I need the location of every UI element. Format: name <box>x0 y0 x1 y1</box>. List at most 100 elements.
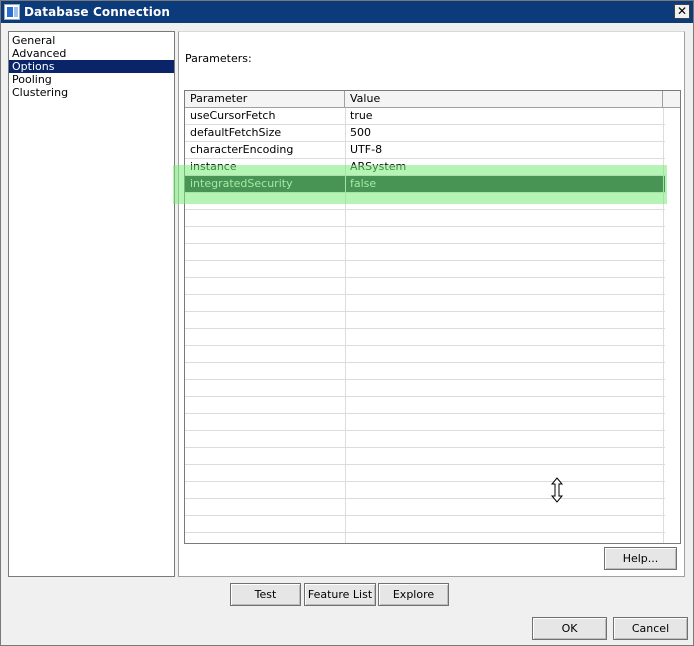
table-row[interactable] <box>185 380 665 397</box>
resize-vertical-cursor-icon <box>550 477 564 503</box>
value-cell[interactable] <box>345 448 663 464</box>
parameter-cell[interactable] <box>185 363 345 379</box>
table-row[interactable] <box>185 295 665 312</box>
title-bar[interactable]: Database Connection ✕ <box>1 1 693 23</box>
value-cell[interactable]: UTF-8 <box>345 142 663 158</box>
table-row[interactable] <box>185 499 665 516</box>
value-cell[interactable] <box>345 244 663 260</box>
column-header-parameter[interactable]: Parameter <box>185 91 345 107</box>
nav-item-options[interactable]: Options <box>9 60 174 73</box>
parameter-cell[interactable] <box>185 312 345 328</box>
table-row[interactable] <box>185 346 665 363</box>
value-cell[interactable]: 500 <box>345 125 663 141</box>
database-connection-dialog: Database Connection ✕ General Advanced O… <box>0 0 694 646</box>
parameter-cell[interactable] <box>185 499 345 515</box>
parameter-cell[interactable] <box>185 431 345 447</box>
parameter-cell[interactable] <box>185 329 345 345</box>
table-row[interactable] <box>185 193 665 210</box>
value-cell[interactable] <box>345 363 663 379</box>
value-cell[interactable] <box>345 431 663 447</box>
value-cell[interactable] <box>345 312 663 328</box>
table-row[interactable] <box>185 244 665 261</box>
value-cell[interactable] <box>345 261 663 277</box>
table-row[interactable]: integratedSecurity false <box>185 176 665 193</box>
parameter-cell[interactable] <box>185 465 345 481</box>
table-header: Parameter Value <box>185 91 680 108</box>
nav-item-general[interactable]: General <box>9 34 174 47</box>
table-row[interactable] <box>185 431 665 448</box>
column-header-value[interactable]: Value <box>345 91 663 107</box>
parameters-table[interactable]: Parameter Value useCursorFetch true defaul… <box>184 90 681 544</box>
column-divider <box>345 108 346 543</box>
parameter-cell[interactable] <box>185 244 345 260</box>
value-cell[interactable] <box>345 465 663 481</box>
table-row[interactable]: instance ARSystem <box>185 159 665 176</box>
parameter-cell[interactable]: useCursorFetch <box>185 108 345 124</box>
table-row[interactable] <box>185 482 665 499</box>
value-cell[interactable] <box>345 329 663 345</box>
parameter-cell[interactable] <box>185 414 345 430</box>
table-row[interactable] <box>185 465 665 482</box>
value-cell[interactable] <box>345 397 663 413</box>
table-row[interactable] <box>185 278 665 295</box>
table-row[interactable] <box>185 516 665 533</box>
value-cell[interactable] <box>345 193 663 209</box>
parameter-cell[interactable] <box>185 227 345 243</box>
ok-button[interactable]: OK <box>532 617 607 640</box>
database-window-icon <box>4 4 20 20</box>
table-row[interactable] <box>185 210 665 227</box>
value-cell[interactable] <box>345 380 663 396</box>
table-row[interactable] <box>185 312 665 329</box>
parameter-cell[interactable] <box>185 516 345 532</box>
parameter-cell[interactable] <box>185 397 345 413</box>
value-cell[interactable] <box>345 278 663 294</box>
parameter-cell[interactable] <box>185 448 345 464</box>
help-button[interactable]: Help... <box>604 547 677 570</box>
value-cell[interactable]: true <box>345 108 663 124</box>
window-title: Database Connection <box>24 5 170 19</box>
table-row[interactable] <box>185 448 665 465</box>
parameter-cell[interactable]: integratedSecurity <box>185 176 345 192</box>
parameter-cell[interactable] <box>185 346 345 362</box>
parameter-cell[interactable] <box>185 193 345 209</box>
parameter-cell[interactable]: characterEncoding <box>185 142 345 158</box>
parameter-cell[interactable] <box>185 295 345 311</box>
cancel-button[interactable]: Cancel <box>613 617 688 640</box>
value-cell[interactable] <box>345 414 663 430</box>
value-cell[interactable] <box>345 227 663 243</box>
category-list[interactable]: General Advanced Options Pooling Cluster… <box>8 31 175 577</box>
table-row[interactable]: defaultFetchSize 500 <box>185 125 665 142</box>
parameter-cell[interactable]: defaultFetchSize <box>185 125 345 141</box>
table-row[interactable] <box>185 363 665 380</box>
nav-item-pooling[interactable]: Pooling <box>9 73 174 86</box>
value-cell[interactable] <box>345 482 663 498</box>
value-cell[interactable] <box>345 516 663 532</box>
value-cell[interactable]: ARSystem <box>345 159 663 175</box>
value-cell[interactable] <box>345 499 663 515</box>
parameter-cell[interactable] <box>185 278 345 294</box>
nav-item-advanced[interactable]: Advanced <box>9 47 174 60</box>
explore-button[interactable]: Explore <box>378 583 449 606</box>
parameter-cell[interactable] <box>185 380 345 396</box>
table-row[interactable] <box>185 261 665 278</box>
value-cell[interactable] <box>345 295 663 311</box>
nav-item-clustering[interactable]: Clustering <box>9 86 174 99</box>
value-cell[interactable] <box>345 346 663 362</box>
value-cell[interactable] <box>345 210 663 226</box>
column-divider <box>663 108 664 543</box>
close-button[interactable]: ✕ <box>674 4 690 19</box>
table-row[interactable] <box>185 397 665 414</box>
parameter-cell[interactable] <box>185 482 345 498</box>
parameter-cell[interactable] <box>185 210 345 226</box>
table-row[interactable] <box>185 227 665 244</box>
test-button[interactable]: Test <box>230 583 301 606</box>
feature-list-button[interactable]: Feature List <box>304 583 376 606</box>
table-row[interactable] <box>185 414 665 431</box>
table-row[interactable]: characterEncoding UTF-8 <box>185 142 665 159</box>
parameter-cell[interactable]: instance <box>185 159 345 175</box>
table-row[interactable]: useCursorFetch true <box>185 108 665 125</box>
parameters-label: Parameters: <box>185 52 252 65</box>
table-row[interactable] <box>185 329 665 346</box>
parameter-cell[interactable] <box>185 261 345 277</box>
value-cell[interactable]: false <box>345 176 663 192</box>
